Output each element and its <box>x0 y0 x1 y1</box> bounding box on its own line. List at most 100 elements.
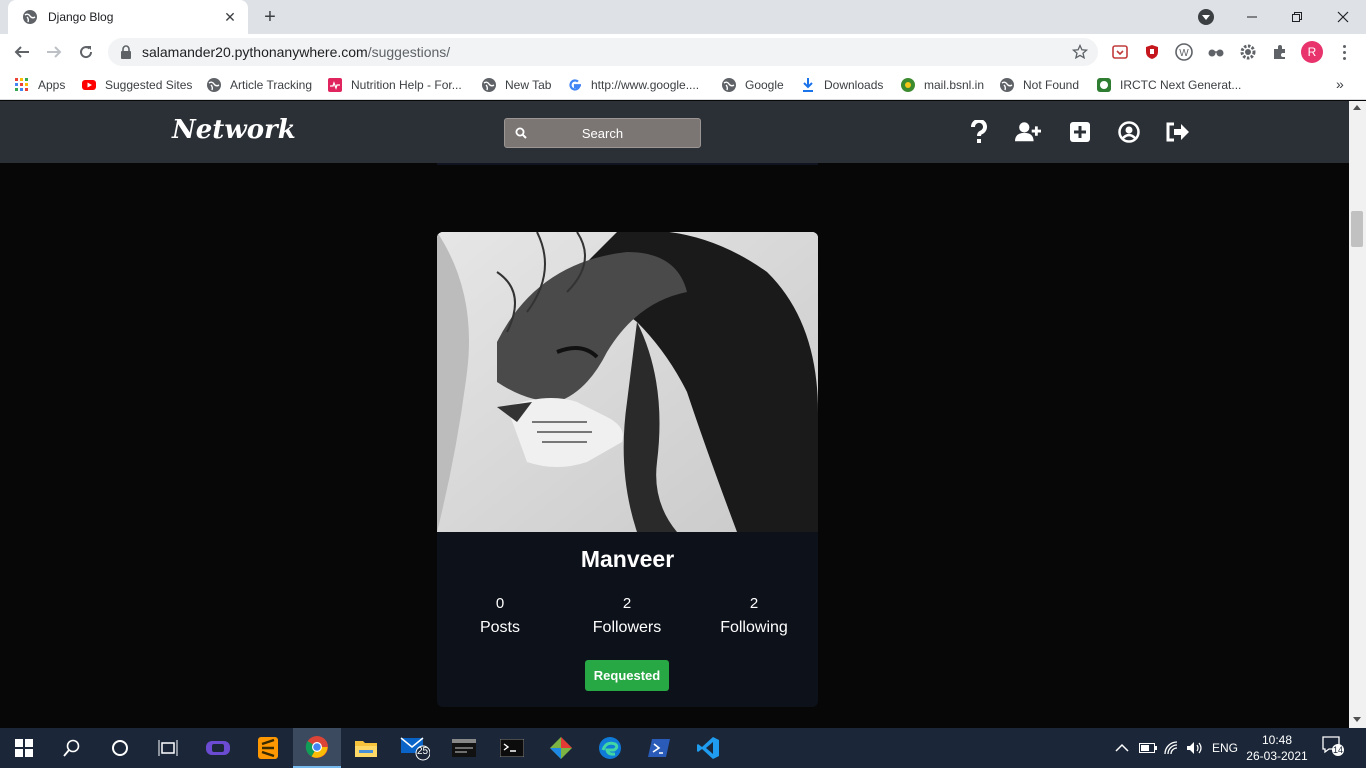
site-brand-logo[interactable]: Network <box>172 115 296 145</box>
heart-monitor-icon <box>328 78 342 92</box>
stat-following[interactable]: 2 Following <box>694 594 814 642</box>
bookmark-downloads[interactable]: Downloads <box>800 76 883 94</box>
page-scrollbar[interactable] <box>1349 101 1366 729</box>
game-console-icon <box>206 741 230 755</box>
browser-menu-icon[interactable] <box>1336 42 1352 62</box>
tray-overflow-chevron-icon[interactable] <box>1115 740 1129 756</box>
bookmarks-bar: Apps Suggested Sites Article Tracking Nu… <box>0 70 1366 100</box>
bookmark-label: Downloads <box>824 78 884 92</box>
bookmark-new-tab[interactable]: New Tab <box>481 76 551 94</box>
search-icon <box>63 739 80 757</box>
bookmark-nutrition-help[interactable]: Nutrition Help - For... <box>327 76 462 94</box>
restore-button[interactable] <box>1274 0 1320 34</box>
system-clock[interactable]: 10:48 26-03-2021 <box>1246 732 1308 764</box>
bookmark-label: Article Tracking <box>230 78 313 92</box>
reload-button[interactable] <box>74 40 98 64</box>
taskbar-app-sublime[interactable] <box>244 728 292 768</box>
reload-icon <box>80 46 93 59</box>
bookmarks-overflow-button[interactable]: » <box>1336 76 1344 92</box>
scroll-up-arrow-icon[interactable] <box>1353 105 1361 110</box>
stat-posts: 0 Posts <box>440 594 560 642</box>
language-indicator[interactable]: ENG <box>1212 740 1238 756</box>
address-bar[interactable]: salamander20.pythonanywhere.com/suggesti… <box>108 38 1098 66</box>
edge-icon <box>599 737 621 759</box>
forward-button[interactable] <box>42 40 66 64</box>
new-tab-button[interactable]: + <box>260 7 280 27</box>
bookmark-article-tracking[interactable]: Article Tracking <box>206 76 312 94</box>
bookmark-google[interactable]: Google <box>721 76 784 94</box>
google-icon <box>569 79 581 91</box>
bookmark-irctc[interactable]: IRCTC Next Generat... <box>1096 76 1241 94</box>
lock-icon <box>121 45 131 59</box>
requested-button[interactable]: Requested <box>585 660 669 691</box>
profile-name: Manveer <box>580 546 675 572</box>
youtube-icon <box>82 80 96 90</box>
extension-pocket-icon[interactable] <box>1110 42 1130 62</box>
extension-wordpress-icon[interactable]: W <box>1174 42 1194 62</box>
question-icon[interactable] <box>966 119 992 145</box>
task-view-button[interactable] <box>144 728 192 768</box>
scroll-down-arrow-icon[interactable] <box>1353 717 1361 722</box>
battery-icon[interactable] <box>1139 740 1157 756</box>
extension-glasses-icon[interactable] <box>1206 42 1226 62</box>
taskbar-app-gamepad[interactable] <box>194 728 242 768</box>
bookmark-label: Apps <box>38 78 66 92</box>
bookmark-google-url[interactable]: http://www.google.... <box>567 76 699 94</box>
globe-icon <box>722 78 736 92</box>
terminal-icon <box>500 739 524 757</box>
close-window-button[interactable] <box>1320 0 1366 34</box>
minimize-button[interactable] <box>1229 0 1275 34</box>
profile-icon[interactable] <box>1116 119 1142 145</box>
taskbar-app-vscode[interactable] <box>684 728 732 768</box>
stat-posts-label: Posts <box>479 619 520 636</box>
profile-card: Manveer 0 Posts 2 Followers 2 Following … <box>437 232 818 707</box>
cortana-button[interactable] <box>96 728 144 768</box>
bookmark-label: Nutrition Help - For... <box>351 78 462 92</box>
search-box[interactable] <box>504 118 701 148</box>
wifi-icon[interactable] <box>1163 740 1179 756</box>
stat-followers-value: 2 <box>622 595 632 612</box>
new-post-icon[interactable] <box>1067 119 1093 145</box>
add-user-icon[interactable] <box>1015 119 1041 145</box>
stat-followers[interactable]: 2 Followers <box>567 594 687 642</box>
bookmark-mail-bsnl[interactable]: mail.bsnl.in <box>900 76 984 94</box>
bookmark-label: Not Found <box>1023 78 1080 92</box>
stat-posts-value: 0 <box>495 595 505 612</box>
logout-icon[interactable] <box>1165 119 1191 145</box>
globe-icon <box>1000 78 1014 92</box>
taskbar-app-powershell[interactable] <box>635 728 683 768</box>
bookmark-star-icon[interactable] <box>1072 44 1088 60</box>
taskbar-app-git[interactable] <box>537 728 585 768</box>
volume-icon[interactable] <box>1186 740 1204 756</box>
taskbar-app-file-explorer[interactable] <box>342 728 390 768</box>
back-button[interactable] <box>10 40 34 64</box>
notification-center-icon[interactable]: 14 <box>1322 736 1344 756</box>
taskbar-app-window[interactable] <box>440 728 488 768</box>
globe-icon <box>482 78 496 92</box>
taskbar-app-chrome[interactable] <box>293 728 341 768</box>
extension-shield-icon[interactable] <box>1142 42 1162 62</box>
tab-search-dropdown-icon[interactable] <box>1198 9 1214 25</box>
bookmark-not-found[interactable]: Not Found <box>999 76 1079 94</box>
scrollbar-thumb[interactable] <box>1351 211 1363 247</box>
site-navbar: Network <box>0 101 1349 163</box>
taskbar-search-button[interactable] <box>48 728 96 768</box>
windows-taskbar: 25 ENG 10:48 26-03-2021 14 <box>0 728 1366 768</box>
start-button[interactable] <box>0 728 48 768</box>
tab-close-icon[interactable]: ✕ <box>222 9 238 25</box>
bookmark-suggested-sites[interactable]: Suggested Sites <box>81 76 192 94</box>
bookmark-label: Suggested Sites <box>105 78 193 92</box>
search-input[interactable] <box>505 119 700 147</box>
arrow-right-icon <box>47 46 62 58</box>
bookmark-apps[interactable]: Apps <box>14 76 65 94</box>
profile-picture[interactable] <box>437 232 818 532</box>
taskbar-app-mail[interactable]: 25 <box>391 728 439 768</box>
windows-logo-icon <box>15 739 33 757</box>
taskbar-app-terminal[interactable] <box>488 728 536 768</box>
close-icon <box>1337 11 1349 23</box>
extension-gear-icon[interactable] <box>1238 42 1258 62</box>
browser-tab[interactable]: Django Blog ✕ <box>8 0 248 34</box>
profile-avatar[interactable]: R <box>1301 41 1323 63</box>
taskbar-app-edge[interactable] <box>586 728 634 768</box>
extensions-puzzle-icon[interactable] <box>1270 42 1290 62</box>
